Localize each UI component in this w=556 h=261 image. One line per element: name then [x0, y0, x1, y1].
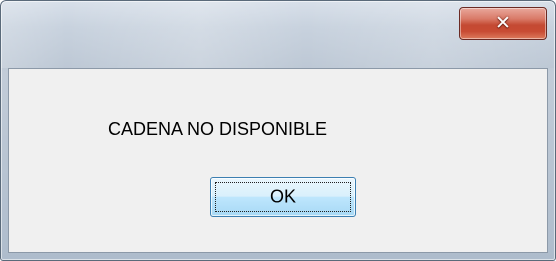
message-dialog: ✕ CADENA NO DISPONIBLE OK	[0, 0, 556, 261]
title-bar[interactable]: ✕	[0, 0, 556, 68]
dialog-content: CADENA NO DISPONIBLE OK	[8, 68, 548, 253]
ok-button-label: OK	[269, 186, 296, 207]
message-text: CADENA NO DISPONIBLE	[108, 119, 328, 139]
close-button[interactable]: ✕	[459, 7, 547, 40]
close-icon: ✕	[495, 11, 511, 34]
ok-button[interactable]: OK	[210, 177, 356, 217]
